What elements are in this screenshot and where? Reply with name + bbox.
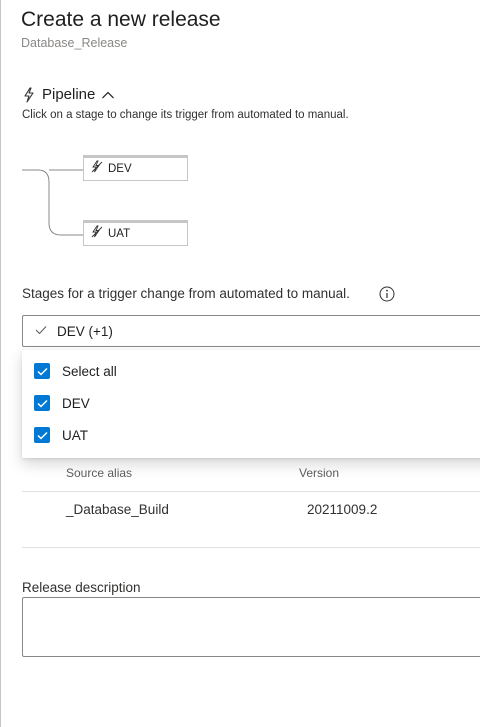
divider — [22, 547, 480, 548]
chevron-up-icon[interactable] — [101, 90, 115, 100]
trigger-stages-label: Stages for a trigger change from automat… — [22, 286, 350, 301]
checkbox-checked-icon[interactable] — [34, 427, 50, 443]
stage-uat[interactable]: UAT — [83, 220, 188, 246]
column-header-source-alias: Source alias — [66, 466, 133, 480]
stage-label: UAT — [108, 228, 131, 240]
column-header-version: Version — [299, 466, 340, 480]
divider — [22, 491, 480, 492]
release-description-label: Release description — [22, 580, 141, 595]
manual-trigger-icon — [90, 225, 104, 244]
artifact-source-alias: _Database_Build — [66, 502, 169, 517]
trigger-stages-dropdown[interactable]: DEV (+1) — [22, 315, 480, 347]
option-dev[interactable]: DEV — [34, 393, 90, 413]
trigger-stages-menu: Select all DEV UAT — [22, 350, 480, 458]
option-label: UAT — [62, 427, 88, 443]
option-uat[interactable]: UAT — [34, 425, 88, 445]
checkbox-checked-icon[interactable] — [34, 395, 50, 411]
info-icon[interactable] — [379, 286, 395, 307]
checkbox-checked-icon[interactable] — [34, 363, 50, 379]
option-label: DEV — [62, 395, 90, 411]
dropdown-selected-value: DEV (+1) — [57, 323, 113, 339]
stage-dev[interactable]: DEV — [83, 155, 188, 181]
checkmark-icon — [35, 322, 47, 340]
option-select-all[interactable]: Select all — [34, 361, 117, 381]
option-label: Select all — [62, 363, 117, 379]
release-description-input[interactable] — [22, 597, 480, 657]
stage-label: DEV — [108, 163, 132, 175]
artifact-version[interactable]: 20211009.2 — [307, 502, 377, 517]
manual-trigger-icon — [90, 160, 104, 179]
pipeline-connector-lines — [22, 169, 83, 236]
